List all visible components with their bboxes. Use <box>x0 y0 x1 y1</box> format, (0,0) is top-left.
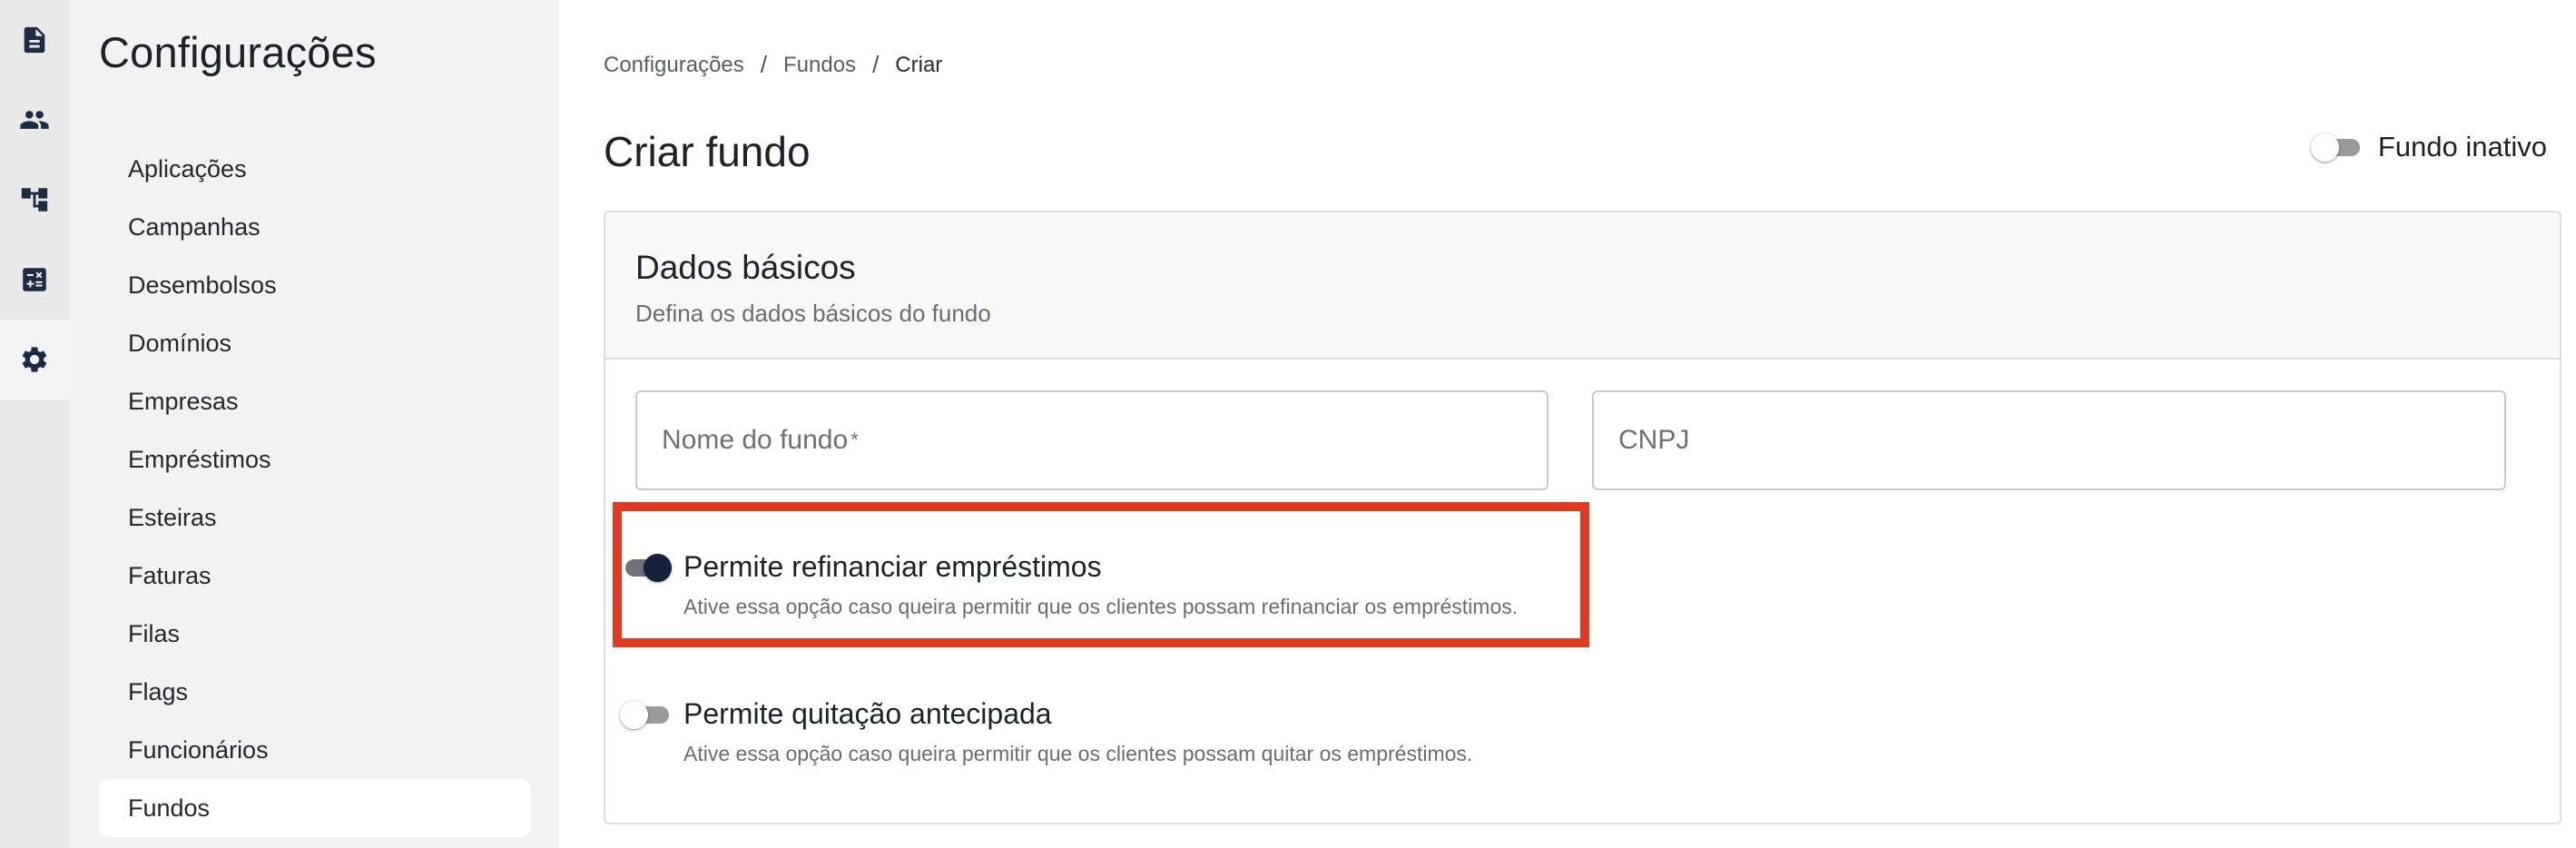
sidebar-item-emprestimos[interactable]: Empréstimos <box>99 430 531 488</box>
switch-thumb <box>2310 133 2339 162</box>
fundo-inativo-label: Fundo inativo <box>2377 131 2547 163</box>
fundo-inativo-switch[interactable] <box>2310 131 2364 163</box>
sidebar-menu: Aplicações Campanhas Desembolsos Domínios Em… <box>99 140 531 837</box>
fundo-inativo-toggle[interactable]: Fundo inativo <box>2310 131 2547 163</box>
icon-rail <box>0 0 69 848</box>
card-header: Dados básicos Defina os dados básicos do… <box>605 212 2560 360</box>
refinanciar-toggle[interactable]: Permite refinanciar empréstimos <box>620 550 1598 584</box>
sidebar-item-campanhas[interactable]: Campanhas <box>99 198 531 256</box>
calculator-icon <box>23 268 46 291</box>
people-icon <box>20 111 49 129</box>
quitacao-label: Permite quitação antecipada <box>683 697 1052 730</box>
settings-nav-button[interactable] <box>0 320 69 399</box>
breadcrumb-criar: Criar <box>895 52 943 77</box>
sidebar-item-desembolsos[interactable]: Desembolsos <box>99 256 531 314</box>
card-subtitle: Defina os dados básicos do fundo <box>635 300 991 327</box>
hierarchy-icon <box>21 188 48 212</box>
sidebar-item-dominios[interactable]: Domínios <box>99 314 531 372</box>
nome-do-fundo-placeholder: Nome do fundo <box>662 425 849 455</box>
quitacao-switch[interactable] <box>620 698 673 731</box>
refinanciar-switch[interactable] <box>620 551 673 584</box>
refinanciar-option: Permite refinanciar empréstimos Ative es… <box>620 550 1598 619</box>
quitacao-toggle[interactable]: Permite quitação antecipada <box>620 697 1598 731</box>
breadcrumb-separator: / <box>760 51 767 78</box>
main-content: Configurações / Fundos / Criar Criar fun… <box>559 0 2576 848</box>
sidebar-item-faturas[interactable]: Faturas <box>99 547 531 605</box>
sidebar-item-aplicacoes[interactable]: Aplicações <box>99 140 531 198</box>
calculator-nav-button[interactable] <box>0 240 69 320</box>
switch-thumb <box>644 553 672 582</box>
refinanciar-help-text: Ative essa opção caso queira permitir qu… <box>683 595 1519 618</box>
sidebar-item-fundos[interactable]: Fundos <box>99 779 531 837</box>
sidebar-item-empresas[interactable]: Empresas <box>99 372 531 430</box>
required-mark: * <box>850 429 859 451</box>
breadcrumb-fundos[interactable]: Fundos <box>783 53 856 78</box>
documents-nav-button[interactable] <box>0 0 69 80</box>
sidebar-item-filas[interactable]: Filas <box>99 605 531 663</box>
sidebar-item-flags[interactable]: Flags <box>99 663 531 721</box>
page-title: Criar fundo <box>604 128 811 175</box>
cnpj-field[interactable]: CNPJ <box>1592 390 2506 490</box>
breadcrumb: Configurações / Fundos / Criar <box>604 51 942 79</box>
quitacao-help-text: Ative essa opção caso queira permitir qu… <box>683 742 1473 765</box>
cnpj-placeholder: CNPJ <box>1618 425 1690 455</box>
settings-sidebar: Configurações Aplicações Campanhas Desembo… <box>69 0 559 848</box>
sidebar-item-funcionarios[interactable]: Funcionários <box>99 721 531 779</box>
switch-thumb <box>620 700 648 729</box>
gear-icon <box>22 347 47 372</box>
sidebar-item-esteiras[interactable]: Esteiras <box>99 488 531 547</box>
quitacao-option: Permite quitação antecipada Ative essa o… <box>620 697 1598 766</box>
card-title: Dados básicos <box>635 249 856 286</box>
nome-do-fundo-field[interactable]: Nome do fundo * <box>635 390 1549 490</box>
dados-basicos-card: Dados básicos Defina os dados básicos do… <box>604 211 2561 824</box>
sidebar-title: Configurações <box>99 28 377 76</box>
people-nav-button[interactable] <box>0 80 69 160</box>
document-icon <box>24 26 45 54</box>
refinanciar-label: Permite refinanciar empréstimos <box>683 550 1102 583</box>
breadcrumb-configuracoes[interactable]: Configurações <box>604 53 744 78</box>
hierarchy-nav-button[interactable] <box>0 160 69 240</box>
breadcrumb-separator: / <box>872 51 880 78</box>
